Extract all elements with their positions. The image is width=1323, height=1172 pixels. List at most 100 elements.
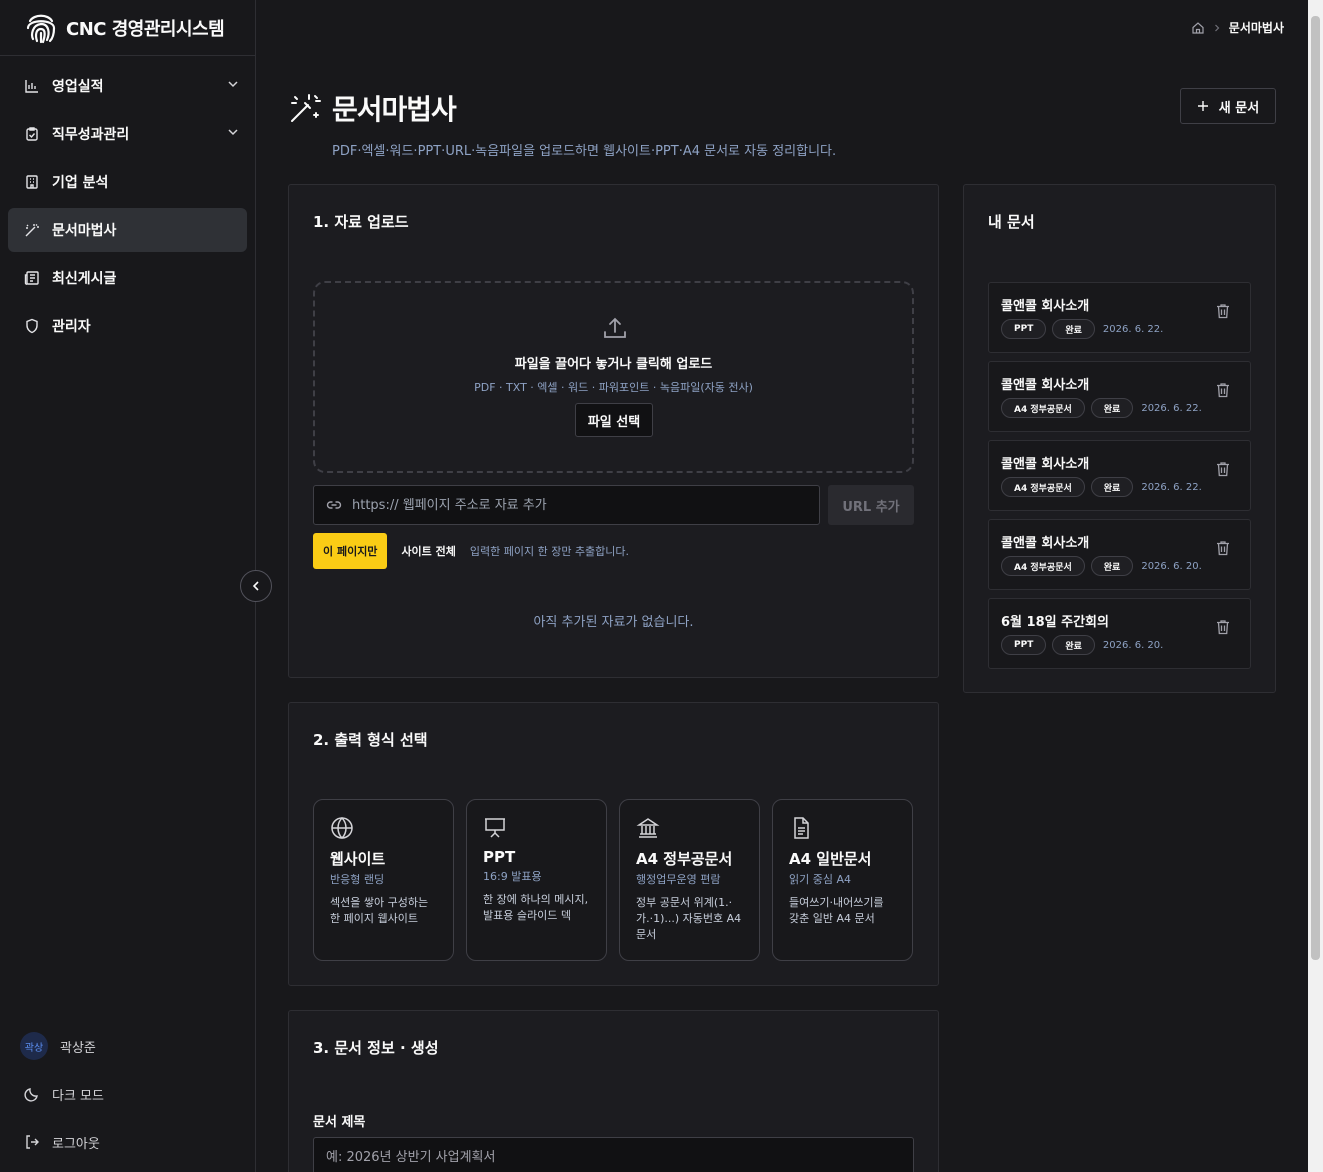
bar-chart-icon — [24, 78, 40, 94]
magic-wand-icon — [288, 91, 322, 125]
scope-hint: 입력한 페이지 한 장만 추출합니다. — [469, 545, 630, 558]
document-list-item[interactable]: 콜앤콜 회사소개 A4 정부공문서 완료 2026. 6. 22. — [988, 361, 1251, 432]
plus-icon — [1197, 100, 1209, 112]
format-subtitle: 행정업무운영 편람 — [636, 873, 721, 886]
format-option-a4-government[interactable]: A4 정부공문서 행정업무운영 편람 정부 공문서 위계(1.·가.·1)...… — [619, 799, 760, 961]
logout-button[interactable]: 로그아웃 — [8, 1120, 248, 1164]
sidebar-nav: 영업실적 직무성과관리 기업 분석 문서마법사 최신게시글 관리자 — [0, 56, 255, 360]
document-title: 콜앤콜 회사소개 — [1001, 299, 1090, 314]
document-meta: A4 정부공문서 완료 2026. 6. 22. — [1001, 477, 1202, 497]
document-date: 2026. 6. 20. — [1141, 560, 1202, 572]
chevron-left-icon — [250, 580, 262, 592]
document-list-item[interactable]: 콜앤콜 회사소개 A4 정부공문서 완료 2026. 6. 20. — [988, 519, 1251, 590]
document-date: 2026. 6. 22. — [1102, 323, 1164, 335]
section-title: 1. 자료 업로드 — [313, 213, 409, 231]
my-documents-card: 내 문서 콜앤콜 회사소개 PPT 완료 2026. 6. 22. 콜앤콜 회사… — [963, 184, 1276, 693]
trash-icon[interactable] — [1216, 619, 1230, 635]
document-type-badge: A4 정부공문서 — [1001, 398, 1085, 418]
document-type-badge: PPT — [1001, 635, 1047, 655]
scrollbar[interactable] — [1308, 0, 1323, 1172]
sidebar-item-label: 기업 분석 — [52, 175, 109, 191]
document-meta: A4 정부공문서 완료 2026. 6. 22. — [1001, 398, 1202, 418]
url-input-wrapper[interactable] — [313, 485, 820, 525]
document-type-badge: PPT — [1001, 319, 1047, 339]
home-icon[interactable] — [1191, 21, 1205, 35]
main-content: 문서마법사 문서마법사 PDF·엑셀·워드·PPT·URL·녹음파일을 업로드하… — [256, 0, 1308, 1172]
document-type-badge: A4 정부공문서 — [1001, 477, 1085, 497]
format-option-a4-general[interactable]: A4 일반문서 읽기 중심 A4 들여쓰기·내어쓰기를 갖춘 일반 A4 문서 — [772, 799, 913, 961]
format-description: 한 장에 하나의 메시지, 발표용 슬라이드 덱 — [483, 893, 589, 922]
status-badge: 완료 — [1090, 477, 1134, 497]
sidebar-item-performance[interactable]: 직무성과관리 — [8, 112, 247, 156]
sidebar-item-label: 영업실적 — [52, 79, 104, 95]
scope-selector: 이 페이지만 사이트 전체 입력한 페이지 한 장만 추출합니다. — [313, 533, 629, 569]
trash-icon[interactable] — [1216, 461, 1230, 477]
document-title: 콜앤콜 회사소개 — [1001, 536, 1090, 551]
format-option-ppt[interactable]: PPT 16:9 발표용 한 장에 하나의 메시지, 발표용 슬라이드 덱 — [466, 799, 607, 961]
presentation-icon — [483, 816, 590, 840]
format-name: PPT — [483, 848, 516, 866]
url-input[interactable] — [352, 497, 792, 513]
sidebar-item-company-analysis[interactable]: 기업 분석 — [8, 160, 247, 204]
magic-wand-icon — [24, 222, 40, 238]
document-title: 콜앤콜 회사소개 — [1001, 457, 1090, 472]
format-name: A4 정부공문서 — [636, 850, 733, 868]
format-subtitle: 16:9 발표용 — [483, 870, 542, 883]
url-add-button[interactable]: URL 추가 — [828, 485, 914, 525]
format-description: 들여쓰기·내어쓰기를 갖춘 일반 A4 문서 — [789, 896, 884, 925]
format-description: 정부 공문서 위계(1.·가.·1)...) 자동번호 A4 문서 — [636, 896, 742, 941]
page-title: 문서마법사 — [332, 93, 457, 126]
document-title: 콜앤콜 회사소개 — [1001, 378, 1090, 393]
avatar: 곽상 — [20, 1032, 48, 1060]
shield-icon — [24, 318, 40, 334]
chevron-down-icon[interactable] — [227, 126, 239, 138]
trash-icon[interactable] — [1216, 540, 1230, 556]
user-name: 곽상준 — [60, 1040, 96, 1056]
document-date: 2026. 6. 22. — [1141, 481, 1202, 493]
status-badge: 완료 — [1052, 319, 1095, 339]
sidebar-item-label: 최신게시글 — [52, 271, 117, 287]
sidebar-item-label: 문서마법사 — [52, 223, 117, 239]
trash-icon[interactable] — [1216, 382, 1230, 398]
format-subtitle: 읽기 중심 A4 — [789, 873, 851, 886]
scrollbar-thumb[interactable] — [1311, 16, 1320, 960]
format-name: 웹사이트 — [330, 850, 386, 868]
document-type-badge: A4 정부공문서 — [1001, 556, 1085, 576]
document-meta: PPT 완료 2026. 6. 22. — [1001, 319, 1163, 339]
file-dropzone[interactable]: 파일을 끌어다 놓거나 클릭해 업로드 PDF · TXT · 엑셀 · 워드 … — [313, 281, 914, 473]
dark-mode-toggle[interactable]: 다크 모드 — [8, 1072, 248, 1116]
format-option-website[interactable]: 웹사이트 반응형 랜딩 섹션을 쌓아 구성하는 한 페이지 웹사이트 — [313, 799, 454, 961]
dropzone-subtitle: PDF · TXT · 엑셀 · 워드 · 파워포인트 · 녹음파일(자동 전사… — [474, 381, 753, 394]
document-list-item[interactable]: 콜앤콜 회사소개 PPT 완료 2026. 6. 22. — [988, 282, 1251, 353]
format-subtitle: 반응형 랜딩 — [330, 873, 385, 886]
breadcrumb: 문서마법사 — [1191, 19, 1284, 36]
document-title-label: 문서 제목 — [313, 1115, 366, 1130]
upload-icon — [602, 315, 628, 341]
brand[interactable]: CNC 경영관리시스템 — [0, 0, 255, 56]
new-document-button[interactable]: 새 문서 — [1180, 88, 1276, 124]
page-header: 문서마법사 PDF·엑셀·워드·PPT·URL·녹음파일을 업로드하면 웹사이트… — [288, 88, 836, 159]
sidebar-item-latest-posts[interactable]: 최신게시글 — [8, 256, 247, 300]
file-select-button[interactable]: 파일 선택 — [575, 403, 653, 437]
sidebar-collapse-button[interactable] — [240, 570, 272, 602]
section-title: 3. 문서 정보 · 생성 — [313, 1039, 439, 1057]
scope-whole-site-button[interactable]: 사이트 전체 — [387, 543, 469, 559]
sidebar-footer: 곽상 곽상준 다크 모드 로그아웃 — [8, 1020, 248, 1164]
format-card: 2. 출력 형식 선택 웹사이트 반응형 랜딩 섹션을 쌓아 구성하는 한 페이… — [288, 702, 939, 986]
user-profile[interactable]: 곽상 곽상준 — [8, 1024, 248, 1068]
dropzone-title: 파일을 끌어다 놓거나 클릭해 업로드 — [514, 357, 713, 372]
sidebar-item-document-wizard[interactable]: 문서마법사 — [8, 208, 247, 252]
document-date: 2026. 6. 20. — [1102, 639, 1164, 651]
sidebar-item-sales[interactable]: 영업실적 — [8, 64, 247, 108]
document-list-item[interactable]: 콜앤콜 회사소개 A4 정부공문서 완료 2026. 6. 22. — [988, 440, 1251, 511]
chevron-down-icon[interactable] — [227, 78, 239, 90]
docinfo-card: 3. 문서 정보 · 생성 문서 제목 — [288, 1010, 939, 1172]
scope-page-only-button[interactable]: 이 페이지만 — [313, 533, 388, 569]
new-document-label: 새 문서 — [1218, 100, 1260, 116]
empty-state: 아직 추가된 자료가 없습니다. — [533, 615, 694, 630]
document-title-input[interactable] — [313, 1137, 914, 1172]
sidebar-item-admin[interactable]: 관리자 — [8, 304, 247, 348]
trash-icon[interactable] — [1216, 303, 1230, 319]
document-list-item[interactable]: 6월 18일 주간회의 PPT 완료 2026. 6. 20. — [988, 598, 1251, 669]
format-name: A4 일반문서 — [789, 850, 872, 868]
